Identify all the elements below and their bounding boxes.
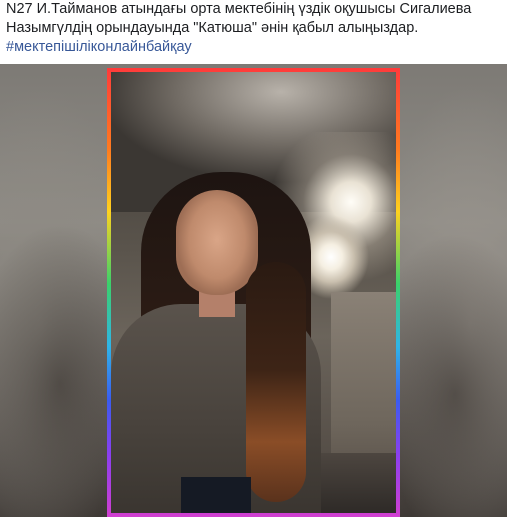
post-video[interactable]: [0, 64, 507, 517]
rainbow-video-frame: [107, 68, 400, 517]
post-text-line-1: N27 И.Тайманов атындағы орта мектебінің …: [6, 1, 472, 17]
post-text: N27 И.Тайманов атындағы орта мектебінің …: [6, 0, 501, 57]
hair-front: [246, 262, 306, 502]
face: [176, 190, 258, 295]
singer-figure: [111, 72, 396, 513]
hashtag-link[interactable]: #мектепішіліконлайнбайқау: [6, 38, 501, 57]
pants: [181, 477, 251, 513]
video-content: [111, 72, 396, 513]
post-text-line-2: Назымгүлдің орындауында "Катюша" әнін қа…: [6, 20, 419, 36]
facebook-post: N27 И.Тайманов атындағы орта мектебінің …: [0, 0, 507, 517]
